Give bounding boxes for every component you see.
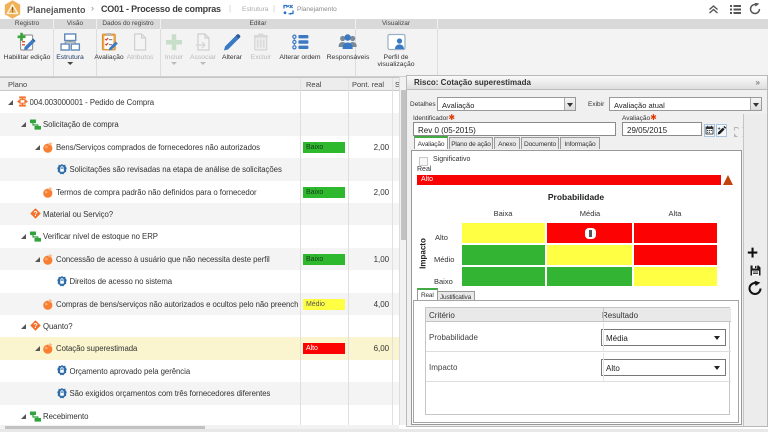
- svg-text:?: ?: [33, 211, 37, 218]
- svg-text:?: ?: [33, 323, 37, 330]
